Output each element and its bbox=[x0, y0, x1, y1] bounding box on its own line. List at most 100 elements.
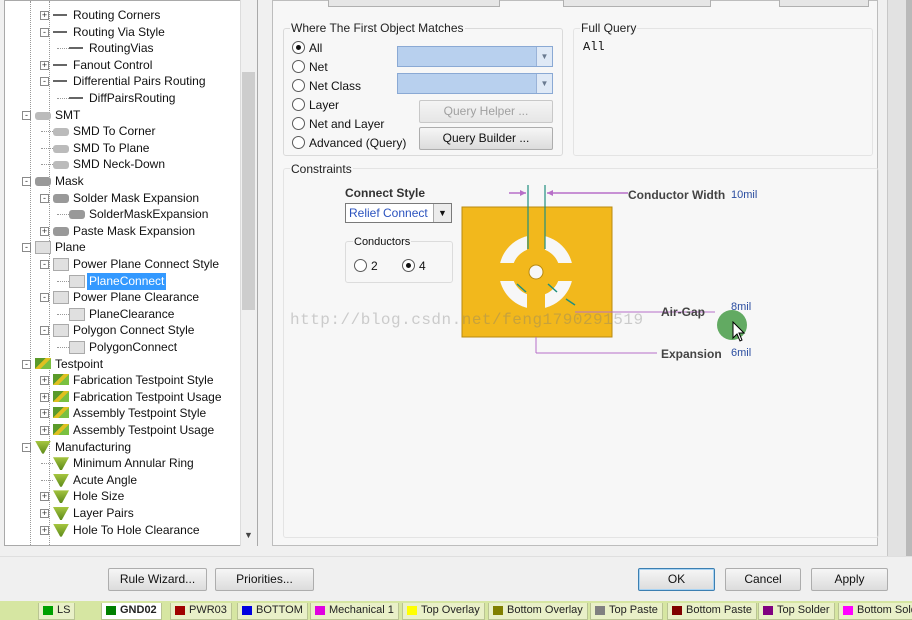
collapse-icon[interactable]: - bbox=[22, 177, 31, 186]
cancel-button[interactable]: Cancel bbox=[725, 568, 801, 591]
layer-tab[interactable]: Bottom Paste bbox=[667, 603, 758, 620]
collapse-icon[interactable]: - bbox=[40, 27, 49, 37]
layer-tab-label: BOTTOM bbox=[256, 604, 303, 616]
tree-item[interactable]: - Routing Via Style bbox=[5, 24, 245, 41]
expand-icon[interactable]: + bbox=[40, 11, 49, 20]
tree-item[interactable]: + Paste Mask Expansion bbox=[5, 223, 245, 240]
priorities-button[interactable]: Priorities... bbox=[215, 568, 314, 591]
layer-tab[interactable]: Top Solder bbox=[758, 603, 835, 620]
expand-icon[interactable]: + bbox=[40, 492, 49, 502]
layer-tab[interactable]: Top Paste bbox=[590, 603, 663, 620]
tree-item[interactable]: - Testpoint bbox=[5, 356, 245, 373]
expand-icon[interactable]: + bbox=[40, 392, 49, 402]
tree-item[interactable]: PolygonConnect bbox=[5, 339, 245, 356]
smt-icon bbox=[35, 111, 51, 120]
expand-icon[interactable]: + bbox=[40, 426, 49, 435]
collapse-icon[interactable]: - bbox=[40, 326, 49, 336]
collapse-icon[interactable]: - bbox=[40, 193, 49, 203]
tree-item[interactable]: - Solder Mask Expansion bbox=[5, 190, 245, 207]
top-button-1[interactable] bbox=[328, 0, 500, 7]
rule-tree[interactable]: + Routing Corners - Routing Via Style Routin… bbox=[4, 0, 258, 546]
radio-button[interactable] bbox=[292, 117, 305, 130]
full-query-text[interactable]: All bbox=[583, 40, 605, 54]
tree-item[interactable]: PlaneConnect bbox=[5, 271, 245, 291]
tree-item[interactable]: - Plane bbox=[5, 239, 245, 256]
smt-icon bbox=[53, 128, 69, 137]
tree-item[interactable]: + Hole To Hole Clearance bbox=[5, 522, 245, 539]
radio-button[interactable] bbox=[354, 259, 367, 272]
tree-item[interactable]: Acute Angle bbox=[5, 472, 245, 489]
collapse-icon[interactable]: - bbox=[22, 442, 31, 452]
query-builder-button[interactable]: Query Builder ... bbox=[419, 127, 553, 150]
collapse-icon[interactable]: - bbox=[22, 110, 31, 120]
top-button-3[interactable] bbox=[779, 0, 869, 7]
tree-item[interactable]: + Hole Size bbox=[5, 488, 245, 505]
scroll-down-arrow-icon[interactable]: ▼ bbox=[242, 530, 255, 544]
net-combo[interactable]: ▼ bbox=[397, 46, 553, 67]
tree-item[interactable]: - Differential Pairs Routing bbox=[5, 73, 245, 90]
conductor-width-value[interactable]: 10mil bbox=[731, 189, 757, 201]
tree-item[interactable]: - Mask bbox=[5, 173, 245, 190]
tree-item[interactable]: + Assembly Testpoint Usage bbox=[5, 422, 245, 439]
layer-tab[interactable]: BOTTOM bbox=[237, 603, 308, 620]
tree-item[interactable]: SMD To Corner bbox=[5, 123, 245, 140]
rule-wizard-button[interactable]: Rule Wizard... bbox=[108, 568, 207, 591]
tree-item[interactable]: PlaneClearance bbox=[5, 306, 245, 323]
collapse-icon[interactable]: - bbox=[40, 77, 49, 87]
layer-tab[interactable]: GND02 bbox=[101, 603, 162, 620]
tree-item[interactable]: + Fabrication Testpoint Style bbox=[5, 372, 245, 389]
tree-scrollbar-thumb[interactable] bbox=[242, 72, 255, 310]
radio-button[interactable] bbox=[292, 79, 305, 92]
tree-item[interactable]: DiffPairsRouting bbox=[5, 90, 245, 107]
collapse-icon[interactable]: - bbox=[22, 243, 31, 253]
net-class-combo[interactable]: ▼ bbox=[397, 73, 553, 94]
tree-item[interactable]: RoutingVias bbox=[5, 40, 245, 57]
expand-icon[interactable]: + bbox=[40, 525, 49, 535]
tree-item[interactable]: + Layer Pairs bbox=[5, 505, 245, 522]
collapse-icon[interactable]: - bbox=[40, 260, 49, 269]
tree-item[interactable]: + Fabrication Testpoint Usage bbox=[5, 389, 245, 406]
radio-button[interactable] bbox=[292, 60, 305, 73]
radio-button[interactable] bbox=[402, 259, 415, 272]
expand-icon[interactable]: + bbox=[40, 509, 49, 518]
radio-button[interactable] bbox=[292, 136, 305, 149]
tree-item[interactable]: Minimum Annular Ring bbox=[5, 455, 245, 472]
ok-button[interactable]: OK bbox=[638, 568, 715, 591]
tree-item[interactable]: + Assembly Testpoint Style bbox=[5, 405, 245, 422]
layer-tab[interactable]: Mechanical 1 bbox=[310, 603, 399, 620]
expand-icon[interactable]: + bbox=[40, 409, 49, 419]
manufacturing-icon bbox=[53, 507, 69, 520]
tree-item[interactable]: SolderMaskExpansion bbox=[5, 206, 245, 223]
layer-tab[interactable]: Top Overlay bbox=[402, 603, 485, 620]
apply-button[interactable]: Apply bbox=[811, 568, 888, 591]
tree-item[interactable]: - Polygon Connect Style bbox=[5, 322, 245, 339]
tree-item[interactable]: + Fanout Control bbox=[5, 57, 245, 74]
layer-tab[interactable]: PWR03 bbox=[170, 603, 232, 620]
tree-item[interactable]: SMD To Plane bbox=[5, 140, 245, 157]
expand-icon[interactable]: + bbox=[40, 376, 49, 386]
tree-item[interactable]: - SMT bbox=[5, 107, 245, 124]
tree-item[interactable]: SMD Neck-Down bbox=[5, 156, 245, 173]
tree-item[interactable]: + Routing Corners bbox=[5, 7, 245, 24]
layer-tab[interactable]: Bottom Sold bbox=[838, 603, 912, 620]
radio-button[interactable] bbox=[292, 41, 305, 54]
expand-icon[interactable]: + bbox=[40, 60, 49, 70]
tree-item-label: Power Plane Connect Style bbox=[73, 257, 220, 271]
layer-tab[interactable]: Bottom Overlay bbox=[488, 603, 588, 620]
rule-editor-panel: Where The First Object Matches All Net Net… bbox=[272, 0, 879, 546]
connect-style-label: Connect Style bbox=[345, 186, 426, 200]
collapse-icon[interactable]: - bbox=[22, 359, 31, 369]
tree-item[interactable]: - Manufacturing bbox=[5, 439, 245, 456]
expansion-value[interactable]: 6mil bbox=[731, 347, 751, 359]
query-helper-button[interactable]: Query Helper ... bbox=[419, 100, 553, 123]
tree-item[interactable]: - Power Plane Clearance bbox=[5, 289, 245, 306]
radio-button[interactable] bbox=[292, 98, 305, 111]
layer-tab[interactable]: LS bbox=[38, 603, 76, 620]
hole bbox=[528, 264, 544, 280]
tree-item[interactable]: - Power Plane Connect Style bbox=[5, 256, 245, 273]
connect-style-select[interactable]: Relief Connect ▼ bbox=[345, 203, 452, 223]
collapse-icon[interactable]: - bbox=[40, 293, 49, 303]
top-button-2[interactable] bbox=[563, 0, 711, 7]
expand-icon[interactable]: + bbox=[40, 226, 49, 236]
manufacturing-icon bbox=[53, 457, 69, 471]
